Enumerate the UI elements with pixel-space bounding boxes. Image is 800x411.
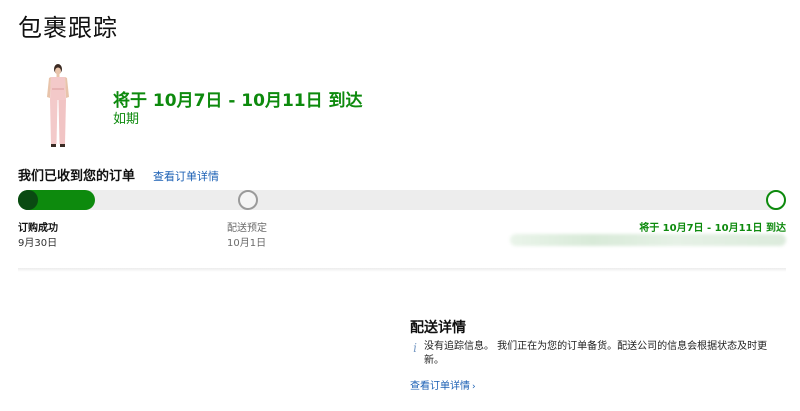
step-ordered-date: 9月30日 — [18, 238, 58, 249]
product-image[interactable] — [38, 60, 78, 152]
step-shipping-scheduled-label: 配送预定 — [227, 223, 267, 234]
step-delivery-label: 将于 10月7日 - 10月11日 到达 — [639, 223, 786, 234]
section-divider — [18, 268, 786, 272]
view-order-details-link[interactable]: 查看订单详情 — [153, 168, 219, 184]
step-shipping-scheduled-date: 10月1日 — [227, 238, 267, 249]
delivery-date-headline: 将于 10月7日 - 10月11日 到达 — [113, 91, 363, 111]
view-order-details-label: 查看订单详情 — [410, 381, 470, 392]
progress-node-shipping-scheduled — [238, 190, 258, 210]
step-ordered-label: 订购成功 — [18, 223, 58, 234]
delivery-status: 如期 — [113, 112, 140, 127]
shipping-details-title: 配送详情 — [410, 320, 466, 336]
tracking-message: 没有追踪信息。 我们正在为您的订单备货。配送公司的信息会根据状态及时更新。 — [424, 341, 768, 366]
view-order-details-button[interactable]: 查看订单详情 › — [410, 377, 476, 392]
progress-node-delivery — [766, 190, 786, 210]
progress-track — [18, 190, 786, 210]
page-title: 包裹跟踪 — [18, 14, 118, 42]
info-icon: i — [413, 341, 417, 355]
redacted-shipping-info — [510, 234, 786, 246]
progress-node-ordered — [18, 190, 38, 210]
chevron-right-icon: › — [472, 382, 476, 392]
order-received-title: 我们已收到您的订单 — [18, 169, 136, 184]
